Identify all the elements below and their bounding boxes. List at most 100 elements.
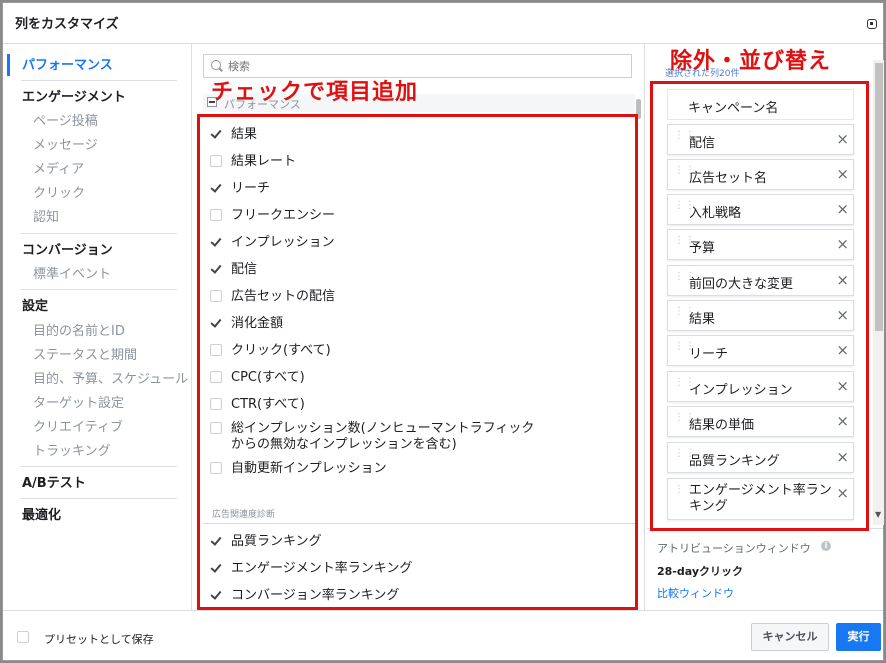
selected-column-card[interactable]: ⋮⋮ リーチ × — [667, 335, 854, 366]
nav-item-messages[interactable]: メッセージ — [33, 134, 98, 153]
drag-handle-icon[interactable]: ⋮⋮ — [674, 166, 695, 181]
nav-item-objective-name-id[interactable]: 目的の名前とID — [33, 320, 125, 339]
selected-column-card[interactable]: ⋮⋮ 結果の単価 × — [667, 406, 854, 437]
nav-item-objective-budget-schedule[interactable]: 目的、予算、スケジュール — [33, 368, 188, 387]
info-icon[interactable]: i — [821, 541, 831, 551]
selected-column-card[interactable]: ⋮⋮ 予算 × — [667, 229, 854, 260]
selected-columns-scrollbar-thumb[interactable] — [875, 63, 883, 331]
nav-item-tracking[interactable]: トラッキング — [33, 440, 111, 459]
drag-handle-icon[interactable]: ⋮⋮ — [674, 378, 695, 393]
nav-item-page-posts[interactable]: ページ投稿 — [33, 110, 98, 129]
remove-icon[interactable]: × — [836, 271, 849, 289]
attribution-window-value: 28-dayクリック — [657, 565, 744, 578]
selected-column-card[interactable]: ⋮⋮ エンゲージメント率ランキング × — [667, 478, 854, 520]
column-label: 結果 — [689, 312, 716, 327]
selected-column-card[interactable]: ⋮⋮ 前回の大きな変更 × — [667, 265, 854, 296]
checkbox-checked[interactable] — [210, 128, 222, 140]
checkbox-checked[interactable] — [210, 589, 222, 601]
metric-label: 結果レート — [231, 154, 297, 169]
checkbox-checked[interactable] — [210, 562, 222, 574]
nav-item-optimization[interactable]: 最適化 — [22, 504, 61, 523]
customize-columns-dialog: 列をカスタマイズ パフォーマンス エンゲージメント ページ投稿 メッセージ メデ… — [2, 2, 884, 661]
attribution-divider — [647, 528, 883, 529]
checkbox-checked[interactable] — [210, 535, 222, 547]
metric-label: クリック(すべて) — [231, 343, 331, 358]
checkbox-checked[interactable] — [210, 236, 222, 248]
drag-handle-icon[interactable]: ⋮⋮ — [674, 201, 695, 216]
checkbox[interactable] — [210, 344, 222, 356]
nav-item-ab-test[interactable]: A/Bテスト — [22, 472, 86, 491]
nav-item-performance[interactable]: パフォーマンス — [22, 54, 113, 73]
category-nav: パフォーマンス エンゲージメント ページ投稿 メッセージ メディア クリック 認… — [3, 44, 191, 610]
checkbox[interactable] — [210, 371, 222, 383]
drag-handle-icon[interactable]: ⋮⋮ — [674, 307, 695, 322]
checkbox-checked[interactable] — [210, 182, 222, 194]
remove-icon[interactable]: × — [836, 306, 849, 324]
selected-column-card[interactable]: ⋮⋮ 配信 × — [667, 124, 854, 155]
save-preset-checkbox[interactable] — [17, 631, 29, 643]
metric-label: エンゲージメント率ランキング — [231, 561, 413, 576]
cancel-button[interactable]: キャンセル — [751, 623, 829, 651]
nav-divider — [21, 289, 177, 290]
remove-icon[interactable]: × — [836, 130, 849, 148]
nav-item-settings[interactable]: 設定 — [22, 295, 48, 314]
nav-item-awareness[interactable]: 認知 — [33, 206, 59, 225]
metric-label: フリークエンシー — [231, 208, 336, 223]
metric-label: 広告セットの配信 — [231, 289, 336, 304]
metric-label: 品質ランキング — [231, 534, 322, 549]
drag-handle-icon[interactable]: ⋮⋮ — [674, 485, 695, 500]
drag-handle-icon[interactable]: ⋮⋮ — [674, 272, 695, 287]
remove-icon[interactable]: × — [836, 412, 849, 430]
compare-windows-link[interactable]: 比較ウィンドウ — [657, 585, 734, 601]
checkbox[interactable] — [210, 398, 222, 410]
nav-item-standard-events[interactable]: 標準イベント — [33, 263, 111, 282]
run-button[interactable]: 実行 — [836, 623, 881, 651]
nav-item-conversions[interactable]: コンバージョン — [22, 239, 113, 258]
dialog-footer: プリセットとして保存 キャンセル 実行 — [3, 610, 883, 661]
save-preset-label[interactable]: プリセットとして保存 — [44, 631, 154, 647]
drag-handle-icon[interactable]: ⋮⋮ — [674, 413, 695, 428]
column-label: インプレッション — [689, 383, 793, 398]
metric-label: 総インプレッション数(ノンヒューマントラフィック — [231, 421, 535, 436]
remove-icon[interactable]: × — [836, 484, 849, 502]
nav-item-status-duration[interactable]: ステータスと期間 — [33, 344, 137, 363]
checkbox[interactable] — [210, 462, 222, 474]
nav-item-clicks[interactable]: クリック — [33, 182, 85, 201]
nav-divider — [21, 498, 177, 499]
drag-handle-icon[interactable]: ⋮⋮ — [674, 236, 695, 251]
nav-item-media[interactable]: メディア — [33, 158, 84, 177]
checkbox-checked[interactable] — [210, 263, 222, 275]
drag-handle-icon[interactable]: ⋮⋮ — [674, 449, 695, 464]
metrics-scrollbar[interactable] — [636, 99, 641, 119]
remove-icon[interactable]: × — [836, 165, 849, 183]
search-input[interactable] — [228, 57, 618, 75]
selected-column-card[interactable]: ⋮⋮ インプレッション × — [667, 371, 854, 402]
checkbox-checked[interactable] — [210, 317, 222, 329]
column-label: 結果の単価 — [689, 418, 755, 433]
drag-handle-icon[interactable]: ⋮⋮ — [674, 342, 695, 357]
scroll-down-arrow-icon[interactable]: ▼ — [875, 510, 881, 519]
group-divider — [203, 523, 635, 524]
column-label: 品質ランキング — [689, 454, 780, 469]
nav-item-engagement[interactable]: エンゲージメント — [22, 86, 126, 105]
attribution-window-label: アトリビューションウィンドウ — [657, 542, 811, 555]
remove-icon[interactable]: × — [836, 200, 849, 218]
drag-handle-icon[interactable]: ⋮⋮ — [674, 131, 695, 146]
nav-item-targeting[interactable]: ターゲット設定 — [33, 392, 124, 411]
checkbox[interactable] — [210, 422, 222, 434]
column-label: 予算 — [689, 241, 716, 256]
selected-column-card[interactable]: ⋮⋮ 結果 × — [667, 300, 854, 331]
checkbox[interactable] — [210, 209, 222, 221]
checkbox[interactable] — [210, 155, 222, 167]
remove-icon[interactable]: × — [836, 448, 849, 466]
metric-label: コンバージョン率ランキング — [231, 588, 400, 603]
remove-icon[interactable]: × — [836, 235, 849, 253]
selected-column-card[interactable]: ⋮⋮ 入札戦略 × — [667, 194, 854, 225]
selected-column-card[interactable]: ⋮⋮ 広告セット名 × — [667, 159, 854, 190]
checkbox[interactable] — [210, 290, 222, 302]
close-icon[interactable] — [867, 19, 877, 29]
remove-icon[interactable]: × — [836, 377, 849, 395]
selected-column-card[interactable]: ⋮⋮ 品質ランキング × — [667, 442, 854, 473]
nav-item-creative[interactable]: クリエイティブ — [33, 416, 123, 435]
remove-icon[interactable]: × — [836, 341, 849, 359]
